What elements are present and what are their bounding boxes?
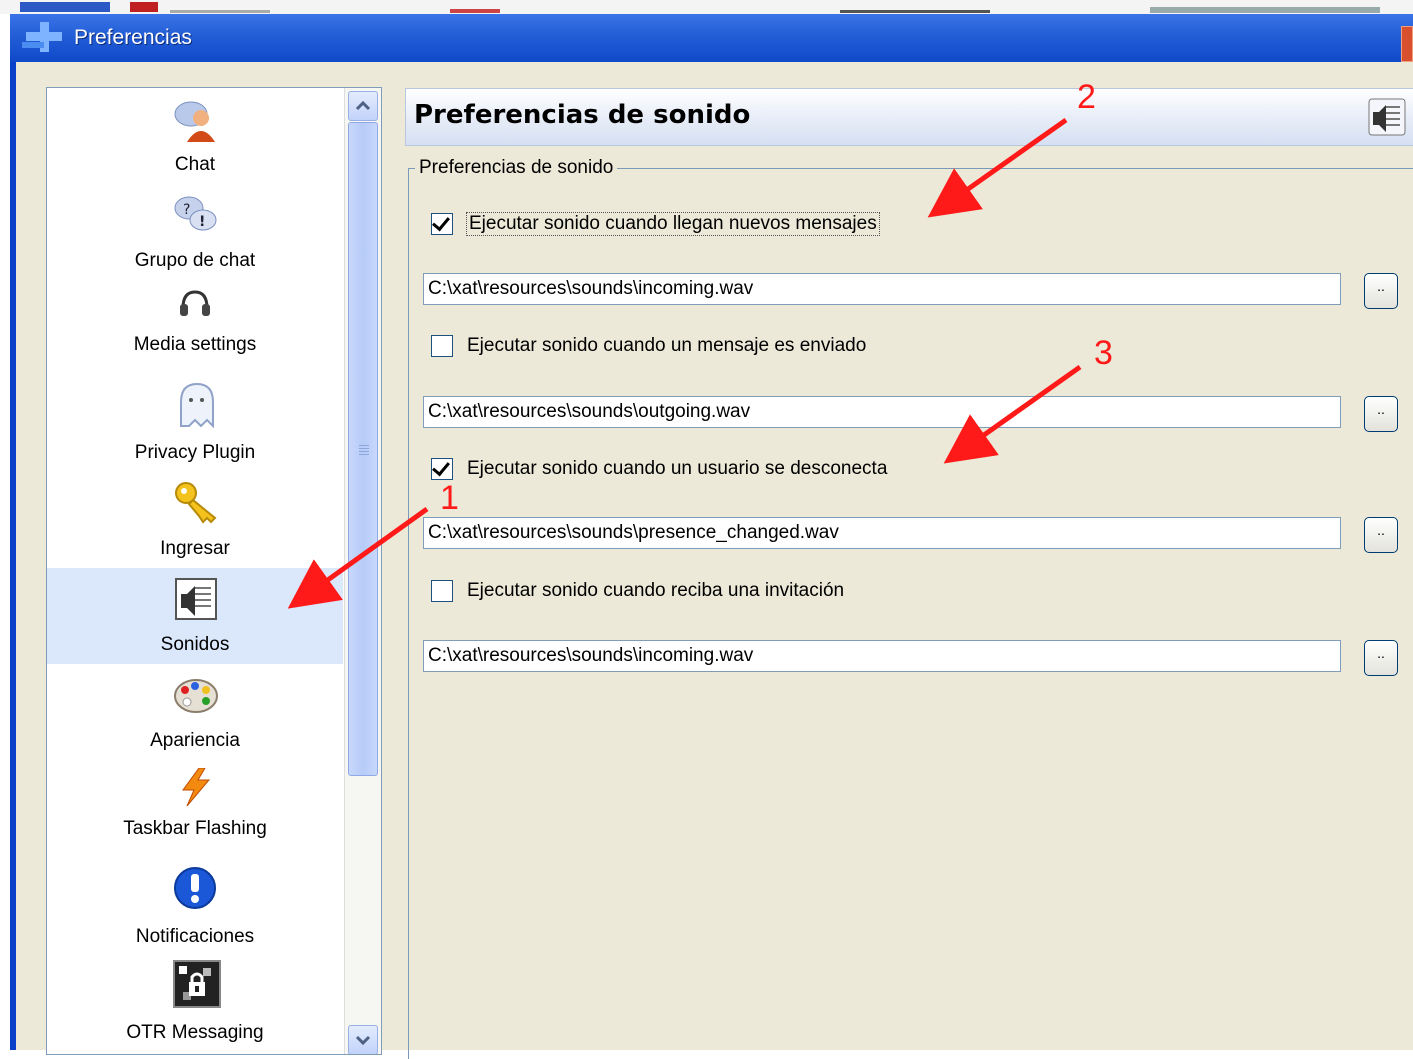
- background-taskbar-strip: [0, 0, 1413, 14]
- svg-text:?: ?: [183, 202, 190, 218]
- checkbox-label: Ejecutar sonido cuando un mensaje es env…: [467, 335, 867, 356]
- checkbox-label: Ejecutar sonido cuando llegan nuevos men…: [466, 212, 880, 236]
- nav-item-label: Grupo de chat: [134, 250, 256, 271]
- browse-button[interactable]: ..: [1364, 640, 1398, 676]
- speaker-doc-icon: [175, 578, 217, 620]
- section-header: Preferencias de sonido: [405, 88, 1413, 146]
- sound-preferences-group: Preferencias de sonido Ejecutar sonido c…: [408, 157, 1413, 1059]
- nav-item-ingresar[interactable]: Ingresar: [47, 468, 343, 568]
- annotation-number-1: 1: [440, 479, 459, 517]
- nav-item-label: Media settings: [133, 334, 257, 355]
- invitation-sound-path-input[interactable]: [423, 640, 1341, 672]
- checkbox-box[interactable]: [431, 213, 453, 235]
- nav-item-label: Notificaciones: [135, 926, 255, 947]
- alert-icon: [174, 867, 216, 909]
- browse-button[interactable]: ..: [1364, 396, 1398, 432]
- nav-item-privacy-plugin[interactable]: Privacy Plugin: [47, 368, 343, 468]
- user-disconnect-sound-path-input[interactable]: [423, 517, 1341, 549]
- browse-button[interactable]: ..: [1364, 517, 1398, 553]
- nav-item-grupo-de-chat[interactable]: ? ! Grupo de chat: [47, 184, 343, 280]
- page-title: Preferencias de sonido: [414, 100, 751, 130]
- nav-item-chat[interactable]: Chat: [47, 88, 343, 184]
- invitation-sound-checkbox[interactable]: Ejecutar sonido cuando reciba una invita…: [431, 576, 844, 606]
- chevron-up-icon: [355, 100, 371, 111]
- palette-icon: [174, 679, 218, 713]
- window-client-area: Chat ? ! Grupo de chat Media settings Pr…: [16, 62, 1413, 1059]
- app-logo-icon: [22, 22, 62, 52]
- nav-item-label: Taskbar Flashing: [123, 818, 267, 839]
- group-chat-icon: ? !: [174, 196, 217, 231]
- nav-item-media-settings[interactable]: Media settings: [47, 280, 343, 368]
- lightning-icon: [182, 768, 211, 806]
- scroll-down-button[interactable]: [348, 1025, 378, 1054]
- message-sent-sound-path-input[interactable]: [423, 396, 1341, 428]
- group-legend: Preferencias de sonido: [415, 157, 618, 179]
- scroll-thumb[interactable]: [348, 122, 378, 776]
- annotation-number-2: 2: [1077, 78, 1096, 116]
- ghost-icon: [180, 382, 214, 428]
- nav-item-label: OTR Messaging: [126, 1022, 264, 1043]
- user-disconnect-sound-checkbox[interactable]: Ejecutar sonido cuando un usuario se des…: [431, 454, 887, 484]
- user-chat-icon: [174, 101, 215, 142]
- nav-item-taskbar-flashing[interactable]: Taskbar Flashing: [47, 760, 343, 852]
- close-button[interactable]: [1401, 26, 1413, 62]
- preferences-window: Preferencias Chat ? ! Grupo de chat Medi…: [10, 14, 1413, 1059]
- nav-item-apariencia[interactable]: Apariencia: [47, 664, 343, 760]
- nav-item-otr-messaging[interactable]: OTR Messaging: [47, 956, 343, 1054]
- checkbox-box[interactable]: [431, 458, 453, 480]
- category-list-scrollbar[interactable]: [344, 88, 381, 1054]
- new-message-sound-checkbox[interactable]: Ejecutar sonido cuando llegan nuevos men…: [431, 209, 880, 239]
- window-title: Preferencias: [74, 26, 192, 49]
- checkbox-box[interactable]: [431, 335, 453, 357]
- checkbox-label: Ejecutar sonido cuando reciba una invita…: [467, 580, 845, 601]
- key-icon: [175, 482, 217, 524]
- nav-item-label: Chat: [174, 154, 216, 175]
- nav-item-notificaciones[interactable]: Notificaciones: [47, 852, 343, 956]
- preferences-category-list: Chat ? ! Grupo de chat Media settings Pr…: [46, 87, 382, 1055]
- checkbox-label: Ejecutar sonido cuando un usuario se des…: [467, 458, 888, 479]
- nav-item-sonidos[interactable]: Sonidos: [47, 568, 343, 664]
- nav-item-label: Apariencia: [150, 730, 240, 751]
- new-message-sound-path-input[interactable]: [423, 273, 1341, 305]
- lock-icon: [173, 960, 221, 1008]
- headset-icon: [180, 290, 210, 316]
- nav-item-label: Sonidos: [160, 634, 230, 655]
- checkbox-box[interactable]: [431, 580, 453, 602]
- speaker-doc-icon: [1368, 98, 1406, 136]
- scroll-up-button[interactable]: [348, 91, 378, 121]
- browse-button[interactable]: ..: [1364, 273, 1398, 309]
- message-sent-sound-checkbox[interactable]: Ejecutar sonido cuando un mensaje es env…: [431, 331, 866, 361]
- nav-item-label: Privacy Plugin: [134, 442, 256, 463]
- nav-item-label: Ingresar: [160, 538, 230, 559]
- annotation-number-3: 3: [1094, 334, 1113, 372]
- svg-text:!: !: [199, 214, 205, 230]
- title-bar[interactable]: Preferencias: [10, 14, 1413, 62]
